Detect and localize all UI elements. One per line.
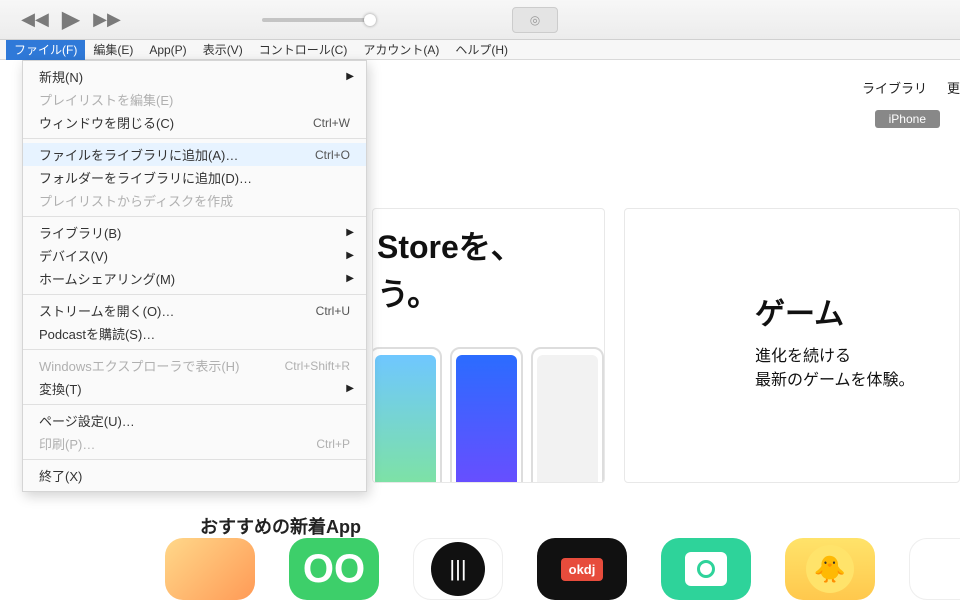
menu-separator bbox=[23, 216, 366, 217]
chevron-right-icon: ▶ bbox=[346, 383, 354, 394]
next-button[interactable]: ▶▶ bbox=[92, 9, 122, 30]
menu-view[interactable]: 表示(V) bbox=[195, 39, 251, 60]
menu-add-file[interactable]: ファイルをライブラリに追加(A)… Ctrl+O bbox=[23, 143, 366, 166]
menu-close-window[interactable]: ウィンドウを閉じる(C) Ctrl+W bbox=[23, 111, 366, 134]
library-bar: ライブラリ 更 bbox=[862, 78, 960, 97]
menubar: ファイル(F) 編集(E) App(P) 表示(V) コントロール(C) アカウ… bbox=[0, 40, 960, 60]
menu-show-explorer: Windowsエクスプローラで表示(H) Ctrl+Shift+R bbox=[23, 354, 366, 377]
app-icon-4[interactable]: okdj bbox=[537, 538, 627, 600]
menu-exit[interactable]: 終了(X) bbox=[23, 464, 366, 487]
menu-devices[interactable]: デバイス(V) ▶ bbox=[23, 244, 366, 267]
menu-library[interactable]: ライブラリ(B) ▶ bbox=[23, 221, 366, 244]
menu-open-stream[interactable]: ストリームを開く(O)… Ctrl+U bbox=[23, 299, 366, 322]
menu-control[interactable]: コントロール(C) bbox=[251, 39, 356, 60]
app-icon-6[interactable]: 🐥 bbox=[785, 538, 875, 600]
app-icon-2[interactable]: OO bbox=[289, 538, 379, 600]
device-pill[interactable]: iPhone bbox=[875, 110, 940, 128]
play-button[interactable]: ▶ bbox=[56, 5, 86, 34]
menu-convert[interactable]: 変換(T) ▶ bbox=[23, 377, 366, 400]
app-icon-3[interactable]: ||| bbox=[413, 538, 503, 600]
apps-row: OO ||| okdj 🐥 bbox=[165, 538, 960, 600]
titlebar: ◀◀ ▶ ▶▶ ◎ bbox=[0, 0, 960, 40]
section-title-new-apps: おすすめの新着App bbox=[200, 513, 361, 539]
chevron-right-icon: ▶ bbox=[346, 273, 354, 284]
menu-separator bbox=[23, 349, 366, 350]
menu-edit-playlist: プレイリストを編集(E) bbox=[23, 88, 366, 111]
promo-left-line1: Storeを、 bbox=[373, 209, 604, 269]
file-menu-dropdown: 新規(N) ▶ プレイリストを編集(E) ウィンドウを閉じる(C) Ctrl+W… bbox=[22, 60, 367, 492]
menu-help[interactable]: ヘルプ(H) bbox=[447, 39, 516, 60]
app-icon-1[interactable] bbox=[165, 538, 255, 600]
promo-right-title: ゲーム bbox=[755, 289, 959, 333]
menu-subscribe-podcast[interactable]: Podcastを購読(S)… bbox=[23, 322, 366, 345]
playback-controls: ◀◀ ▶ ▶▶ bbox=[20, 5, 122, 34]
menu-separator bbox=[23, 404, 366, 405]
menu-home-sharing[interactable]: ホームシェアリング(M) ▶ bbox=[23, 267, 366, 290]
promo-card-games[interactable]: ゲーム 進化を続ける 最新のゲームを体験。 bbox=[624, 208, 960, 483]
menu-page-setup[interactable]: ページ設定(U)… bbox=[23, 409, 366, 432]
airplay-button[interactable]: ◎ bbox=[512, 7, 558, 33]
volume-slider[interactable] bbox=[262, 18, 372, 22]
menu-separator bbox=[23, 294, 366, 295]
volume-thumb[interactable] bbox=[364, 14, 376, 26]
menu-file[interactable]: ファイル(F) bbox=[6, 39, 85, 60]
promo-right-sub: 進化を続ける 最新のゲームを体験。 bbox=[755, 345, 959, 393]
app-icon-5[interactable] bbox=[661, 538, 751, 600]
menu-print: 印刷(P)… Ctrl+P bbox=[23, 432, 366, 455]
promo-card-appstore[interactable]: Storeを、 う。 bbox=[372, 208, 605, 483]
update-link[interactable]: 更 bbox=[947, 78, 960, 97]
menu-add-folder[interactable]: フォルダーをライブラリに追加(D)… bbox=[23, 166, 366, 189]
chevron-right-icon: ▶ bbox=[346, 71, 354, 82]
chevron-right-icon: ▶ bbox=[346, 227, 354, 238]
menu-separator bbox=[23, 138, 366, 139]
promo-left-line2: う。 bbox=[373, 269, 604, 315]
menu-account[interactable]: アカウント(A) bbox=[355, 39, 447, 60]
menu-new[interactable]: 新規(N) ▶ bbox=[23, 65, 366, 88]
menu-separator bbox=[23, 459, 366, 460]
app-icon-7[interactable] bbox=[909, 538, 960, 600]
library-link[interactable]: ライブラリ bbox=[862, 78, 927, 97]
phone-mockups bbox=[372, 347, 604, 483]
menu-edit[interactable]: 編集(E) bbox=[85, 39, 141, 60]
menu-app[interactable]: App(P) bbox=[141, 41, 194, 59]
chevron-right-icon: ▶ bbox=[346, 250, 354, 261]
previous-button[interactable]: ◀◀ bbox=[20, 9, 50, 30]
menu-burn-playlist: プレイリストからディスクを作成 bbox=[23, 189, 366, 212]
